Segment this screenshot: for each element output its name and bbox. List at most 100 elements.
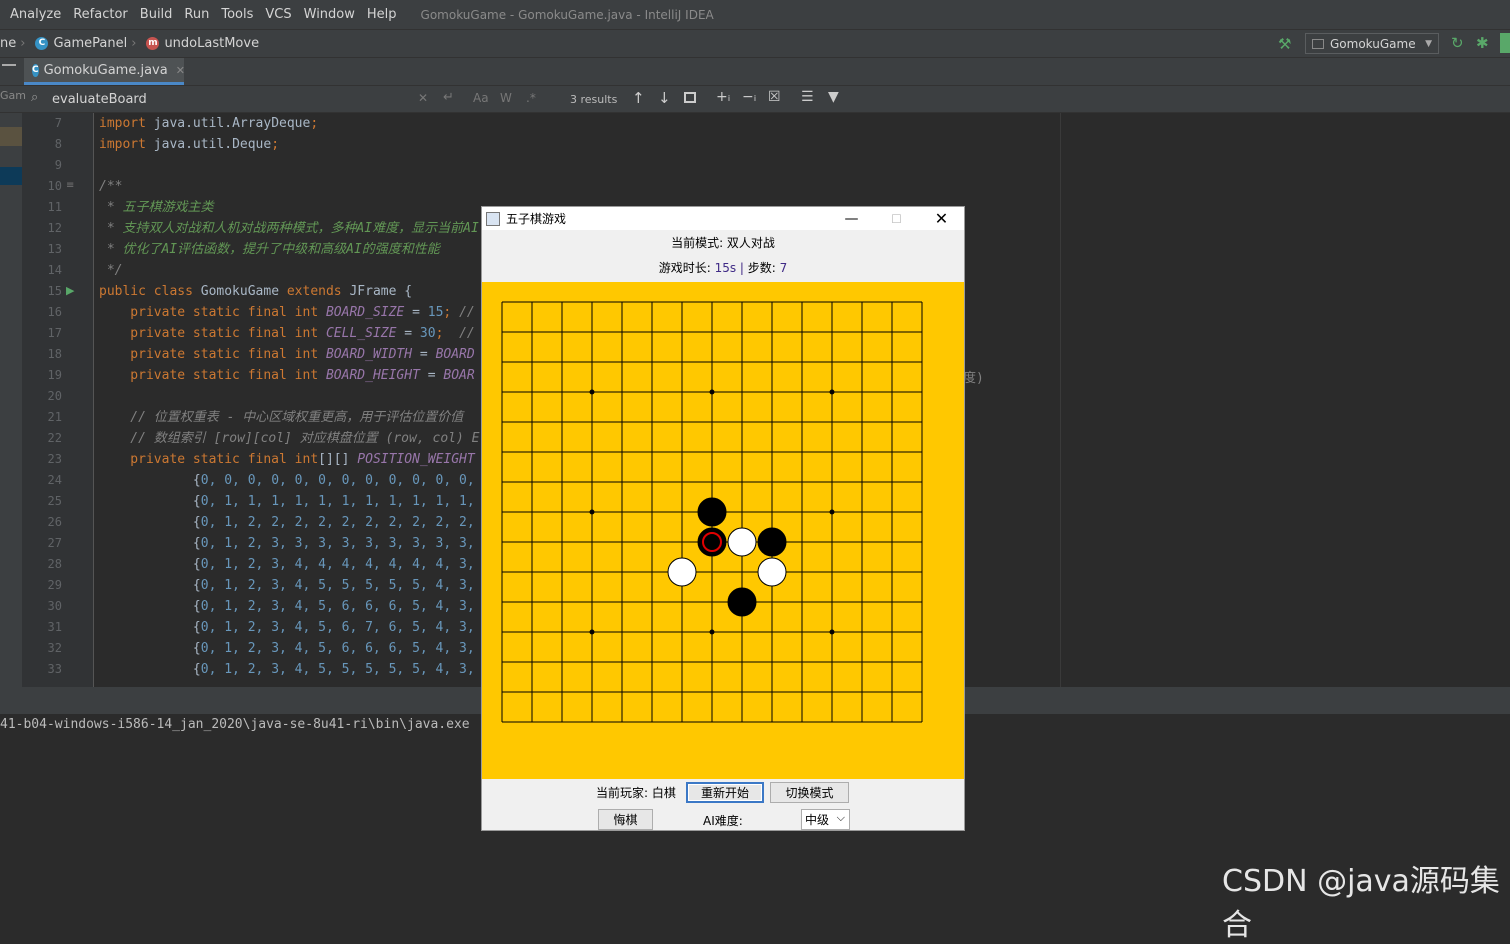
code-token: 0, 1, 2, 3, 4, 5, 6, 6, 6, 5, 4, 3, <box>200 599 475 614</box>
switch-mode-button[interactable]: 切换模式 <box>770 782 849 803</box>
previous-occurrence-icon[interactable]: ↑ <box>632 89 645 107</box>
run-config-select[interactable]: GomokuGame ▼ <box>1305 33 1439 54</box>
line-number: 14 <box>47 263 62 277</box>
close-icon[interactable]: ✕ <box>919 207 964 230</box>
code-token: [][] <box>318 452 358 467</box>
method-icon: m <box>146 37 160 50</box>
line-number-gutter: 7 8 9 10 11 12 13 14 15 16 17 18 19 20 21 22 23 24 25 26 27 2… <box>22 113 94 687</box>
code-line: import java.util.ArrayDeque; <box>94 113 1060 134</box>
status-separator: | <box>736 261 748 275</box>
whole-words-icon[interactable]: W <box>500 91 512 105</box>
time-value: 15s <box>714 261 737 275</box>
code-token: { <box>99 473 201 488</box>
code-line: import java.util.Deque; <box>94 134 1060 155</box>
exclude-icon[interactable]: ☒ <box>768 89 781 105</box>
line-number: 13 <box>47 242 62 256</box>
breadcrumb-method[interactable]: m undoLastMove <box>146 36 259 51</box>
clear-icon[interactable]: ✕ <box>418 91 428 105</box>
breadcrumb-class[interactable]: C GamePanel › <box>35 36 140 51</box>
code-token: 0, 1, 1, 1, 1, 1, 1, 1, 1, 1, 1, 1, <box>200 494 475 509</box>
code-token: extends <box>286 284 350 299</box>
code-token: private static final int <box>99 347 326 362</box>
board-panel[interactable] <box>482 282 964 779</box>
code-token: /** <box>99 179 123 194</box>
time-label: 游戏时长: <box>658 261 715 275</box>
breadcrumb-project[interactable]: ne › <box>0 36 29 51</box>
code-token: { <box>99 536 201 551</box>
tab-gomokugame-java[interactable]: C GomokuGame.java ✕ <box>24 58 185 85</box>
chevron-down-icon: ⌵ <box>836 811 845 824</box>
code-token: 0, 1, 2, 2, 2, 2, 2, 2, 2, 2, 2, 2, <box>200 515 475 530</box>
code-token: BOARD_SIZE <box>325 305 405 320</box>
match-case-icon[interactable]: Aa <box>473 91 489 105</box>
search-input[interactable] <box>28 88 438 110</box>
editor-right-area: 度) <box>963 113 1510 687</box>
star-point <box>829 389 835 395</box>
rerun-icon[interactable]: ↻ <box>1451 34 1464 52</box>
line-number: 23 <box>47 452 62 466</box>
breadcrumb-method-label: undoLastMove <box>164 36 260 51</box>
add-selection-icon[interactable]: +ᵢ <box>716 89 730 105</box>
menu-build[interactable]: Build <box>134 7 179 22</box>
menu-analyze[interactable]: Analyze <box>4 7 67 22</box>
restart-button[interactable]: 重新开始 <box>686 782 764 803</box>
chevron-down-icon: ▼ <box>1425 38 1432 49</box>
undo-button[interactable]: 悔棋 <box>598 809 653 830</box>
debug-icon[interactable]: ✱ <box>1476 34 1489 52</box>
chevron-right-icon: › <box>20 36 26 51</box>
code-token: import <box>99 116 154 131</box>
code-token: ; <box>435 326 460 341</box>
line-number: 21 <box>47 410 62 424</box>
code-token: ; <box>443 305 460 320</box>
code-token: BOAR <box>443 368 475 383</box>
code-token: */ <box>99 263 123 278</box>
menu-vcs[interactable]: VCS <box>259 7 297 22</box>
code-token: 0, 1, 2, 3, 4, 5, 6, 7, 6, 5, 4, 3, <box>200 620 475 635</box>
difficulty-select[interactable]: 中级 ⌵ <box>801 809 850 830</box>
maximize-icon[interactable]: ☐ <box>874 207 919 230</box>
next-occurrence-icon[interactable]: ↓ <box>658 89 671 107</box>
new-line-icon[interactable]: ↵ <box>443 90 454 105</box>
menu-run[interactable]: Run <box>178 7 215 22</box>
star-point <box>709 389 715 395</box>
project-tool-strip <box>0 113 22 687</box>
code-token: 0, 1, 2, 3, 4, 4, 4, 4, 4, 4, 4, 3, <box>200 557 475 572</box>
line-number: 20 <box>47 389 62 403</box>
close-icon[interactable]: ✕ <box>176 64 185 77</box>
console-command-line: 41-b04-windows-i586-14_jan_2020\java-se-… <box>0 717 470 732</box>
run-button-edge[interactable] <box>1500 33 1510 53</box>
menu-help[interactable]: Help <box>361 7 403 22</box>
menu-tools[interactable]: Tools <box>215 7 259 22</box>
run-gutter-icon[interactable]: ▶ <box>66 284 74 297</box>
code-token: { <box>99 662 201 677</box>
gomoku-board[interactable] <box>482 282 964 779</box>
minimize-panel-icon[interactable] <box>2 64 16 66</box>
line-number: 25 <box>47 494 62 508</box>
editor-tab-bar <box>0 57 1510 85</box>
filter-options-icon[interactable]: ☰ <box>801 89 814 105</box>
minimize-icon[interactable]: — <box>829 207 874 230</box>
filter-icon[interactable]: ▼ <box>828 89 839 105</box>
code-token: 0, 0, 0, 0, 0, 0, 0, 0, 0, 0, 0, 0, <box>200 473 475 488</box>
code-token: 0, 1, 2, 3, 4, 5, 5, 5, 5, 5, 4, 3, <box>200 662 475 677</box>
window-title-bar[interactable]: 五子棋游戏 — ☐ ✕ <box>482 207 964 230</box>
regex-icon[interactable]: .* <box>526 91 536 105</box>
app-config-icon <box>1312 38 1324 49</box>
select-all-occurrences-icon[interactable] <box>684 92 696 103</box>
line-number: 17 <box>47 326 62 340</box>
menu-window[interactable]: Window <box>298 7 361 22</box>
line-number: 19 <box>47 368 62 382</box>
code-token: private static final int <box>99 368 326 383</box>
code-token: // <box>459 326 475 341</box>
project-tree-highlight <box>0 127 22 146</box>
class-icon: C <box>35 37 49 50</box>
code-token: CELL_SIZE <box>325 326 397 341</box>
remove-selection-icon[interactable]: −ᵢ <box>742 89 756 105</box>
doc-render-icon[interactable]: ≡ <box>66 180 74 191</box>
code-token: 0, 1, 2, 3, 4, 5, 6, 6, 6, 5, 4, 3, <box>200 641 475 656</box>
code-token: 15 <box>427 305 444 320</box>
menu-refactor[interactable]: Refactor <box>67 7 134 22</box>
hammer-build-icon[interactable]: ⚒ <box>1278 35 1291 53</box>
code-token: * <box>99 242 123 257</box>
